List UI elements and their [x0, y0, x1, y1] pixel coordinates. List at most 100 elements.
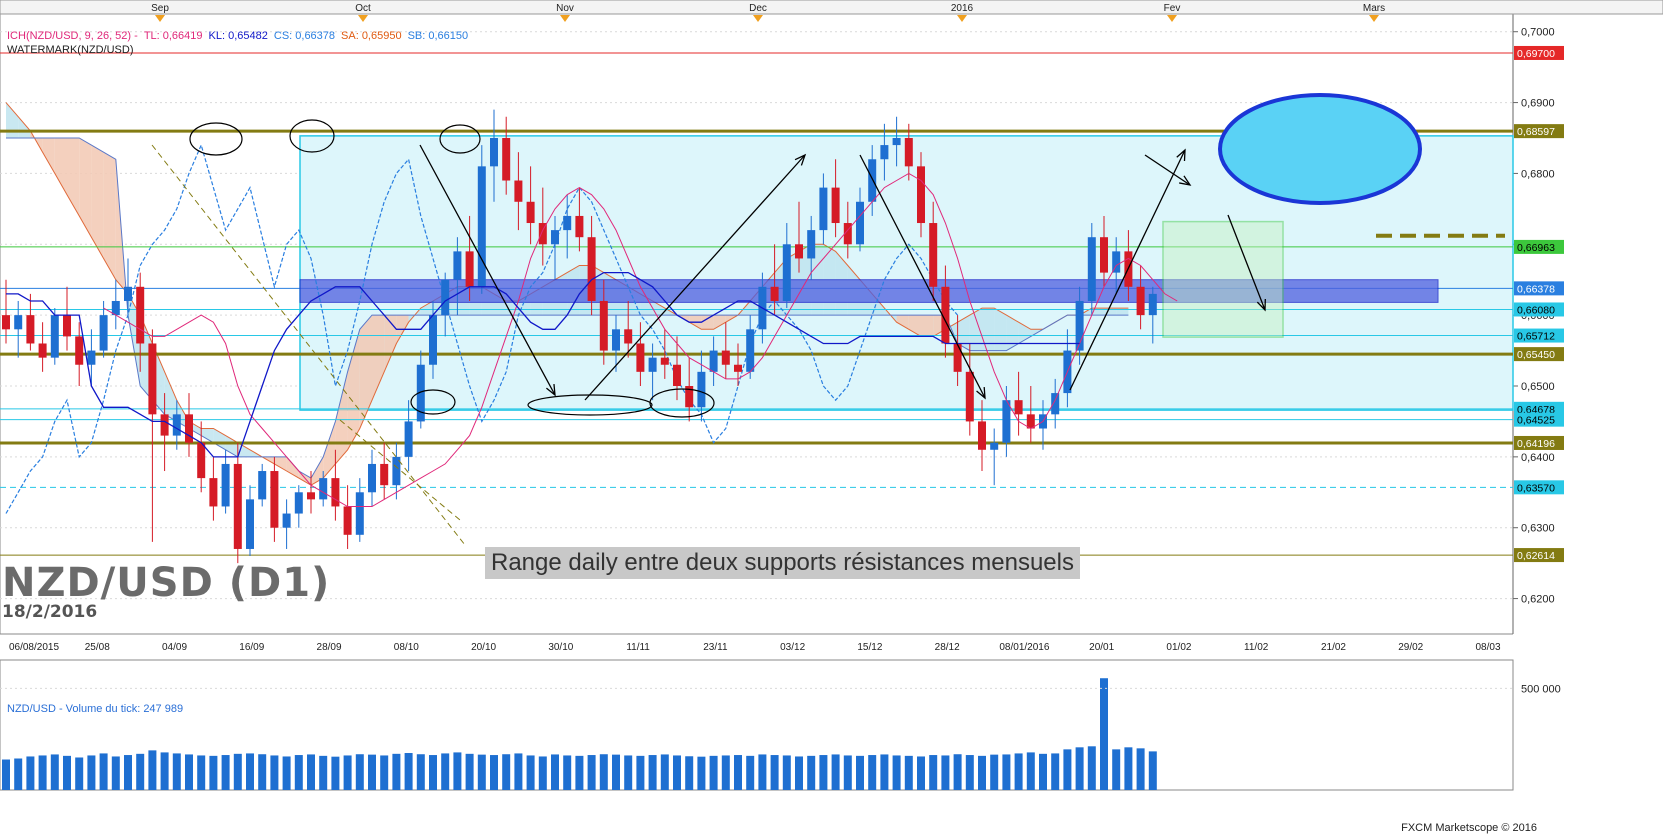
volume-bar: [26, 756, 35, 790]
y-tick-label: 0,6800: [1521, 168, 1555, 180]
volume-bar: [38, 755, 47, 790]
candle-body: [233, 463, 242, 549]
ichimoku-label: ICH(NZD/USD, 9, 26, 52) -: [7, 30, 138, 42]
month-label: Fev: [1164, 3, 1181, 14]
volume-bar: [660, 754, 669, 790]
volume-bar: [465, 753, 474, 790]
candle-body: [209, 478, 218, 507]
x-tick-label: 01/02: [1166, 642, 1191, 653]
candle-body: [892, 138, 901, 146]
candle-body: [709, 350, 718, 372]
candle-body: [819, 187, 828, 231]
volume-bar: [953, 754, 962, 790]
y-tick-label: 0,6900: [1521, 98, 1555, 110]
candle-body: [1014, 400, 1023, 415]
candle-body: [1051, 393, 1060, 415]
volume-bar: [538, 756, 547, 790]
month-label: Nov: [556, 3, 574, 14]
volume-bar: [1051, 753, 1060, 790]
candle-body: [831, 187, 840, 224]
candle-body: [1148, 293, 1157, 316]
candle-body: [99, 315, 108, 351]
month-label: 2016: [951, 3, 974, 14]
chart-root: 0,62000,63000,64000,65000,66000,67000,68…: [0, 0, 1663, 838]
volume-bar: [441, 753, 450, 790]
volume-bar: [685, 756, 694, 790]
candle-body: [75, 336, 84, 365]
candle-body: [1002, 400, 1011, 443]
price-level-tag-text: 0,65712: [1517, 331, 1555, 343]
candle-body: [502, 138, 511, 181]
candle-body: [2, 315, 10, 330]
candle-body: [624, 329, 633, 344]
x-tick-label: 30/10: [548, 642, 573, 653]
volume-bar: [380, 755, 389, 790]
volume-bar: [904, 755, 913, 790]
volume-bar: [941, 755, 950, 790]
x-tick-label: 15/12: [857, 642, 882, 653]
x-tick-label: 08/03: [1475, 642, 1500, 653]
volume-bar: [1148, 751, 1157, 790]
month-label: Mars: [1363, 3, 1385, 14]
volume-bar: [1002, 754, 1011, 790]
price-level-tag-text: 0,65450: [1517, 349, 1555, 361]
kl-value: KL: 0,65482: [208, 30, 268, 42]
volume-bar: [453, 752, 462, 790]
candle-body: [551, 230, 559, 245]
volume-bar: [1014, 753, 1023, 790]
volume-bar: [136, 753, 145, 790]
candle-body: [429, 315, 437, 365]
x-tick-label: 03/12: [780, 642, 805, 653]
volume-bar: [416, 754, 425, 790]
volume-bar: [124, 755, 132, 790]
candle-body: [63, 315, 71, 337]
candle-body: [172, 414, 181, 436]
volume-bar: [587, 755, 596, 790]
x-tick-label: 25/08: [85, 642, 110, 653]
volume-bar: [392, 753, 401, 790]
candle-body: [148, 343, 157, 415]
volume-bar: [63, 755, 71, 790]
candle-body: [953, 343, 962, 372]
month-label: Oct: [355, 3, 371, 14]
price-level-tag-text: 0,62614: [1517, 550, 1555, 562]
volume-bar: [831, 754, 840, 790]
volume-bar: [185, 754, 193, 790]
volume-bar: [978, 755, 986, 790]
volume-bar: [526, 755, 535, 790]
volume-bar: [1112, 749, 1121, 790]
candle-body: [221, 463, 230, 507]
volume-bar: [965, 755, 974, 790]
x-tick-label: 11/11: [626, 642, 650, 653]
volume-bar: [599, 754, 608, 790]
x-tick-label: 04/09: [162, 642, 187, 653]
copyright-footer: FXCM Marketscope © 2016: [1401, 822, 1537, 834]
volume-bar: [636, 755, 645, 790]
volume-bar: [197, 755, 206, 790]
candle-body: [770, 286, 779, 301]
candle-body: [782, 244, 791, 301]
candle-body: [868, 159, 877, 202]
range-annotation: Range daily entre deux supports résistan…: [485, 547, 1080, 579]
candle-body: [734, 364, 742, 372]
volume-bar: [331, 756, 340, 790]
volume-bar: [551, 754, 559, 790]
candle-body: [697, 371, 706, 408]
price-level-tag-text: 0,66378: [1517, 283, 1555, 295]
volume-bar: [233, 753, 242, 790]
candle-body: [917, 166, 925, 224]
month-label: Dec: [749, 3, 767, 14]
month-label: Sep: [151, 3, 169, 14]
sb-value: SB: 0,66150: [407, 30, 469, 42]
volume-bar: [563, 755, 572, 790]
volume-legend: NZD/USD - Volume du tick: 247 989: [7, 703, 184, 715]
candle-body: [904, 138, 913, 167]
volume-bar: [355, 754, 364, 790]
candle-body: [563, 215, 572, 231]
volume-bar: [1100, 678, 1108, 790]
y-tick-label: 0,6200: [1521, 594, 1555, 606]
volume-bar: [99, 753, 108, 790]
watermark-legend: WATERMARK(NZD/USD): [7, 44, 134, 56]
volume-bar: [514, 753, 523, 790]
volume-bar: [246, 753, 254, 790]
